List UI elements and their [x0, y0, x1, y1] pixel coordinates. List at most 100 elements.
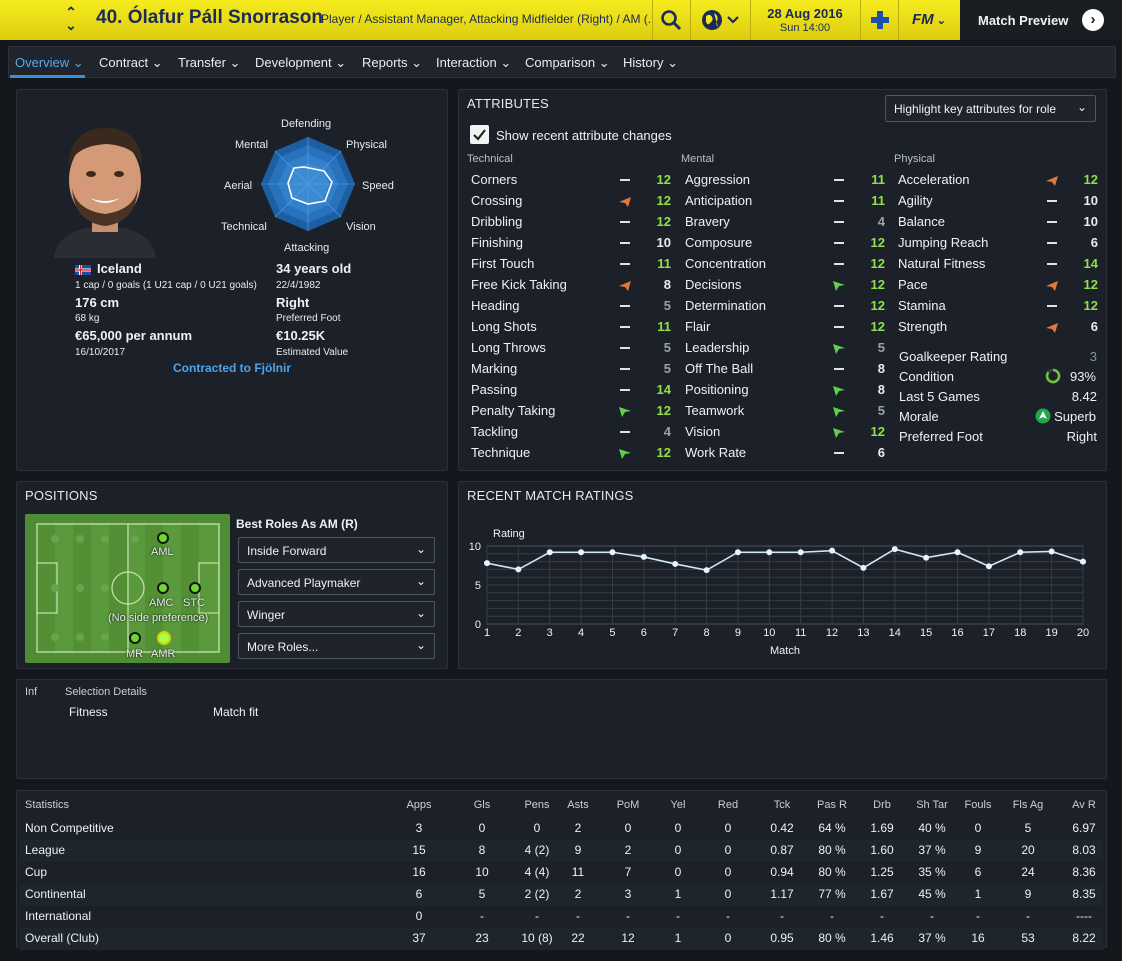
- rating-point[interactable]: [578, 549, 585, 556]
- attribute-row-mental[interactable]: Teamwork 5: [681, 400, 891, 421]
- attribute-row-mental[interactable]: Bravery 4: [681, 211, 891, 232]
- stat-cell: 0: [415, 909, 423, 923]
- stat-cell: 0: [724, 931, 732, 945]
- tab-reports[interactable]: Reports ⌄: [362, 55, 422, 71]
- attribute-row-technical[interactable]: Technique 12: [467, 442, 677, 463]
- info-tab[interactable]: Inf: [25, 686, 37, 698]
- attribute-increase-icon: [833, 342, 845, 354]
- attribute-name: Anticipation: [685, 193, 753, 208]
- rating-point[interactable]: [797, 549, 804, 556]
- rating-point[interactable]: [829, 547, 836, 554]
- attribute-row-technical[interactable]: Finishing 10: [467, 232, 677, 253]
- attribute-row-technical[interactable]: Tackling 4: [467, 421, 677, 442]
- attribute-row-physical[interactable]: Balance 10: [894, 211, 1104, 232]
- rating-point[interactable]: [954, 549, 961, 556]
- attribute-row-mental[interactable]: Decisions 12: [681, 274, 891, 295]
- stat-cell: -: [676, 909, 680, 923]
- stat-cell: 0: [674, 821, 682, 835]
- tab-history[interactable]: History ⌄: [623, 55, 678, 71]
- attribute-value: 12: [1083, 298, 1098, 313]
- attribute-row-technical[interactable]: First Touch 11: [467, 253, 677, 274]
- show-changes-checkbox[interactable]: [470, 125, 489, 144]
- height: 176 cm: [75, 295, 120, 310]
- rating-point[interactable]: [734, 549, 741, 556]
- attribute-row-technical[interactable]: Crossing 12: [467, 190, 677, 211]
- attribute-row-mental[interactable]: Aggression 11: [681, 169, 891, 190]
- attribute-row-technical[interactable]: Long Shots 11: [467, 316, 677, 337]
- column-header: Fouls: [964, 799, 992, 811]
- attribute-row-mental[interactable]: Determination 12: [681, 295, 891, 316]
- fm-menu-logo[interactable]: FM ⌄: [912, 11, 946, 28]
- condition-value: 93%: [1069, 369, 1096, 384]
- attribute-row-physical[interactable]: Pace 12: [894, 274, 1104, 295]
- attribute-row-technical[interactable]: Long Throws 5: [467, 337, 677, 358]
- attribute-row-mental[interactable]: Positioning 8: [681, 379, 891, 400]
- stat-cell: 5: [478, 887, 486, 901]
- attribute-row-technical[interactable]: Dribbling 12: [467, 211, 677, 232]
- column-header: Gls: [473, 799, 491, 811]
- attribute-row-mental[interactable]: Work Rate 6: [681, 442, 891, 463]
- role-dropdown-inside-forward[interactable]: Inside Forward ⌄: [238, 537, 435, 563]
- rating-point[interactable]: [1048, 548, 1055, 555]
- rating-point[interactable]: [703, 567, 710, 574]
- attribute-row-physical[interactable]: Jumping Reach 6: [894, 232, 1104, 253]
- attribute-row-technical[interactable]: Corners 12: [467, 169, 677, 190]
- player-switch-arrows-icon[interactable]: ⌃ ⌄: [60, 5, 82, 34]
- stat-cell: 2: [624, 843, 632, 857]
- tab-comparison[interactable]: Comparison ⌄: [525, 55, 610, 71]
- attribute-row-physical[interactable]: Natural Fitness 14: [894, 253, 1104, 274]
- role-dropdown-advanced-playmaker[interactable]: Advanced Playmaker ⌄: [238, 569, 435, 595]
- tab-development[interactable]: Development ⌄: [255, 55, 346, 71]
- attribute-row-physical[interactable]: Acceleration 12: [894, 169, 1104, 190]
- rating-point[interactable]: [860, 564, 867, 571]
- attribute-row-technical[interactable]: Marking 5: [467, 358, 677, 379]
- rating-point[interactable]: [515, 566, 522, 573]
- highlight-role-dropdown[interactable]: Highlight key attributes for role ⌄: [885, 95, 1096, 122]
- tab-interaction[interactable]: Interaction ⌄: [436, 55, 511, 71]
- tab-transfer[interactable]: Transfer ⌄: [178, 55, 240, 71]
- attribute-row-mental[interactable]: Off The Ball 8: [681, 358, 891, 379]
- tab-overview[interactable]: Overview ⌄: [15, 55, 84, 71]
- pitch-diagram: [25, 514, 230, 663]
- search-icon[interactable]: [660, 9, 682, 31]
- attribute-row-technical[interactable]: Penalty Taking 12: [467, 400, 677, 421]
- match-preview-button[interactable]: Match Preview ›: [960, 0, 1122, 40]
- rating-point[interactable]: [891, 546, 898, 553]
- rating-point[interactable]: [1017, 549, 1024, 556]
- more-roles-dropdown[interactable]: More Roles... ⌄: [238, 633, 435, 659]
- rating-point[interactable]: [640, 553, 647, 560]
- rating-point[interactable]: [484, 560, 490, 567]
- attribute-row-technical[interactable]: Free Kick Taking 8: [467, 274, 677, 295]
- rating-point[interactable]: [766, 549, 773, 556]
- add-icon[interactable]: [870, 10, 890, 30]
- rating-point[interactable]: [985, 563, 992, 570]
- rating-point[interactable]: [1080, 558, 1086, 565]
- attribute-row-physical[interactable]: Strength 6: [894, 316, 1104, 337]
- role-dropdown-winger[interactable]: Winger ⌄: [238, 601, 435, 627]
- rating-point[interactable]: [546, 549, 553, 556]
- stat-cell: 4 (2): [524, 843, 550, 857]
- attribute-value: 8: [663, 277, 671, 292]
- competition-name: Continental: [25, 887, 86, 901]
- attribute-row-mental[interactable]: Anticipation 11: [681, 190, 891, 211]
- radar-label-defending: Defending: [281, 118, 332, 130]
- attribute-row-physical[interactable]: Stamina 12: [894, 295, 1104, 316]
- stat-cell: 1.69: [870, 821, 894, 835]
- globe-icon[interactable]: [700, 8, 742, 32]
- attribute-row-mental[interactable]: Leadership 5: [681, 337, 891, 358]
- attribute-row-physical[interactable]: Agility 10: [894, 190, 1104, 211]
- contracted-club-link[interactable]: Contracted to Fjölnir: [173, 361, 291, 375]
- rating-point[interactable]: [923, 554, 930, 561]
- attribute-value: 6: [877, 445, 885, 460]
- rating-point[interactable]: [672, 560, 679, 567]
- attribute-row-mental[interactable]: Composure 12: [681, 232, 891, 253]
- attribute-row-technical[interactable]: Passing 14: [467, 379, 677, 400]
- attribute-row-technical[interactable]: Heading 5: [467, 295, 677, 316]
- attribute-row-mental[interactable]: Flair 12: [681, 316, 891, 337]
- rating-point[interactable]: [609, 549, 616, 556]
- attribute-name: Dribbling: [471, 214, 523, 229]
- attribute-row-mental[interactable]: Vision 12: [681, 421, 891, 442]
- match-ratings-chart: 0 5 10 1 2 3 4 5 6 7 8 9 10 11 12 13 14 15 16 17 18 19 20 Ratin…: [460, 520, 1105, 665]
- tab-contract[interactable]: Contract ⌄: [99, 55, 163, 71]
- attribute-row-mental[interactable]: Concentration 12: [681, 253, 891, 274]
